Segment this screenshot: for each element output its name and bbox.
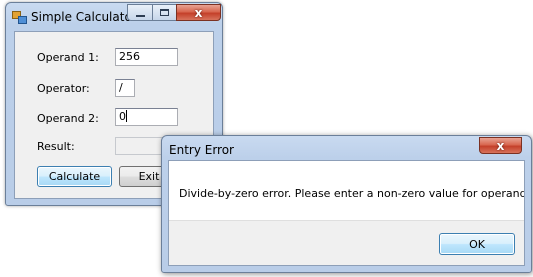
maximize-button[interactable] bbox=[152, 4, 177, 21]
operand2-label: Operand 2: bbox=[37, 112, 99, 125]
calculate-button[interactable]: Calculate bbox=[37, 166, 112, 187]
ok-button[interactable]: OK bbox=[439, 233, 515, 255]
operand2-value: 0 bbox=[119, 110, 126, 123]
minimize-button[interactable] bbox=[127, 4, 153, 21]
operand1-field[interactable]: 256 bbox=[115, 48, 178, 66]
calculator-titlebar[interactable]: Simple Calculator x bbox=[6, 3, 222, 30]
result-label: Result: bbox=[37, 140, 75, 153]
operator-label: Operator: bbox=[37, 82, 90, 95]
minimize-icon bbox=[136, 15, 145, 17]
text-caret bbox=[126, 110, 127, 122]
dialog-titlebar[interactable]: Entry Error x bbox=[162, 136, 531, 160]
dialog-title: Entry Error bbox=[169, 143, 234, 157]
error-dialog: Entry Error x Divide-by-zero error. Plea… bbox=[161, 135, 532, 273]
dialog-close-button[interactable]: x bbox=[479, 137, 522, 154]
window-title: Simple Calculator bbox=[31, 10, 137, 24]
operator-field[interactable]: / bbox=[115, 79, 135, 97]
close-icon: x bbox=[496, 139, 505, 153]
dialog-body: Divide-by-zero error. Please enter a non… bbox=[168, 160, 525, 266]
close-button[interactable]: x bbox=[176, 4, 221, 21]
operand1-value: 256 bbox=[119, 50, 140, 63]
app-icon bbox=[12, 11, 27, 24]
close-icon: x bbox=[194, 6, 203, 20]
dialog-message-area: Divide-by-zero error. Please enter a non… bbox=[169, 161, 524, 221]
error-message: Divide-by-zero error. Please enter a non… bbox=[179, 187, 525, 200]
operand1-label: Operand 1: bbox=[37, 51, 99, 64]
operand2-field[interactable]: 0 bbox=[115, 108, 178, 126]
operator-value: / bbox=[119, 81, 123, 94]
maximize-icon bbox=[160, 9, 169, 16]
